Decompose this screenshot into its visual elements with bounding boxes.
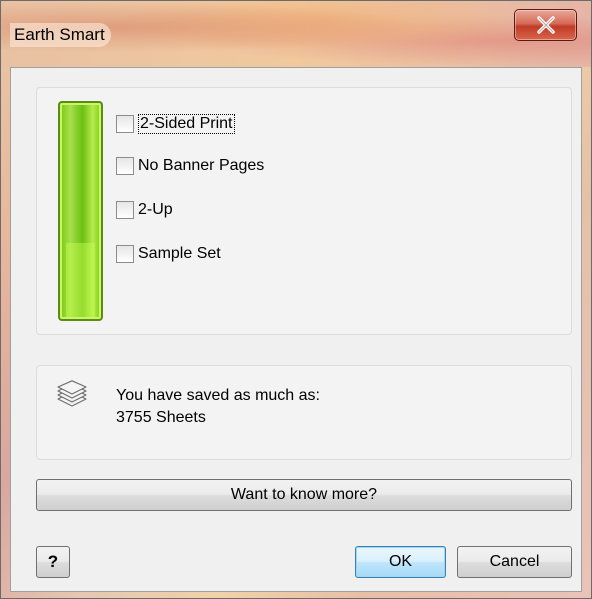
ok-button[interactable]: OK — [355, 546, 446, 578]
earth-smart-dialog: Earth Smart 2-Sided Print No Banner Page… — [0, 0, 592, 599]
help-button[interactable]: ? — [36, 546, 70, 578]
green-meter — [58, 101, 103, 321]
option-label: 2-Sided Print — [138, 114, 235, 134]
option-label: Sample Set — [138, 245, 221, 262]
want-to-know-more-button[interactable]: Want to know more? — [36, 479, 572, 511]
savings-line1: You have saved as much as: — [116, 387, 320, 404]
paper-stack-icon — [57, 380, 87, 407]
savings-group: You have saved as much as: 3755 Sheets — [36, 365, 572, 460]
savings-text: You have saved as much as: 3755 Sheets — [116, 385, 320, 429]
option-2-up[interactable]: 2-Up — [116, 201, 173, 219]
close-button[interactable] — [514, 9, 577, 41]
savings-count: 3755 Sheets — [116, 409, 206, 426]
dialog-body: 2-Sided Print No Banner Pages 2-Up Sampl… — [10, 67, 582, 592]
checkbox-no-banner-pages[interactable] — [116, 157, 134, 175]
option-label: 2-Up — [138, 201, 173, 218]
option-label: No Banner Pages — [138, 157, 265, 174]
option-no-banner-pages[interactable]: No Banner Pages — [116, 157, 264, 175]
print-options-group: 2-Sided Print No Banner Pages 2-Up Sampl… — [36, 87, 572, 335]
checkbox-2-up[interactable] — [116, 201, 134, 219]
title-bar[interactable]: Earth Smart — [1, 1, 591, 67]
option-2-sided-print[interactable]: 2-Sided Print — [116, 114, 235, 134]
window-title: Earth Smart — [10, 23, 111, 47]
checkbox-2-sided-print[interactable] — [116, 115, 134, 133]
option-sample-set[interactable]: Sample Set — [116, 245, 221, 263]
cancel-button[interactable]: Cancel — [457, 546, 572, 578]
close-icon — [536, 16, 555, 34]
checkbox-sample-set[interactable] — [116, 245, 134, 263]
